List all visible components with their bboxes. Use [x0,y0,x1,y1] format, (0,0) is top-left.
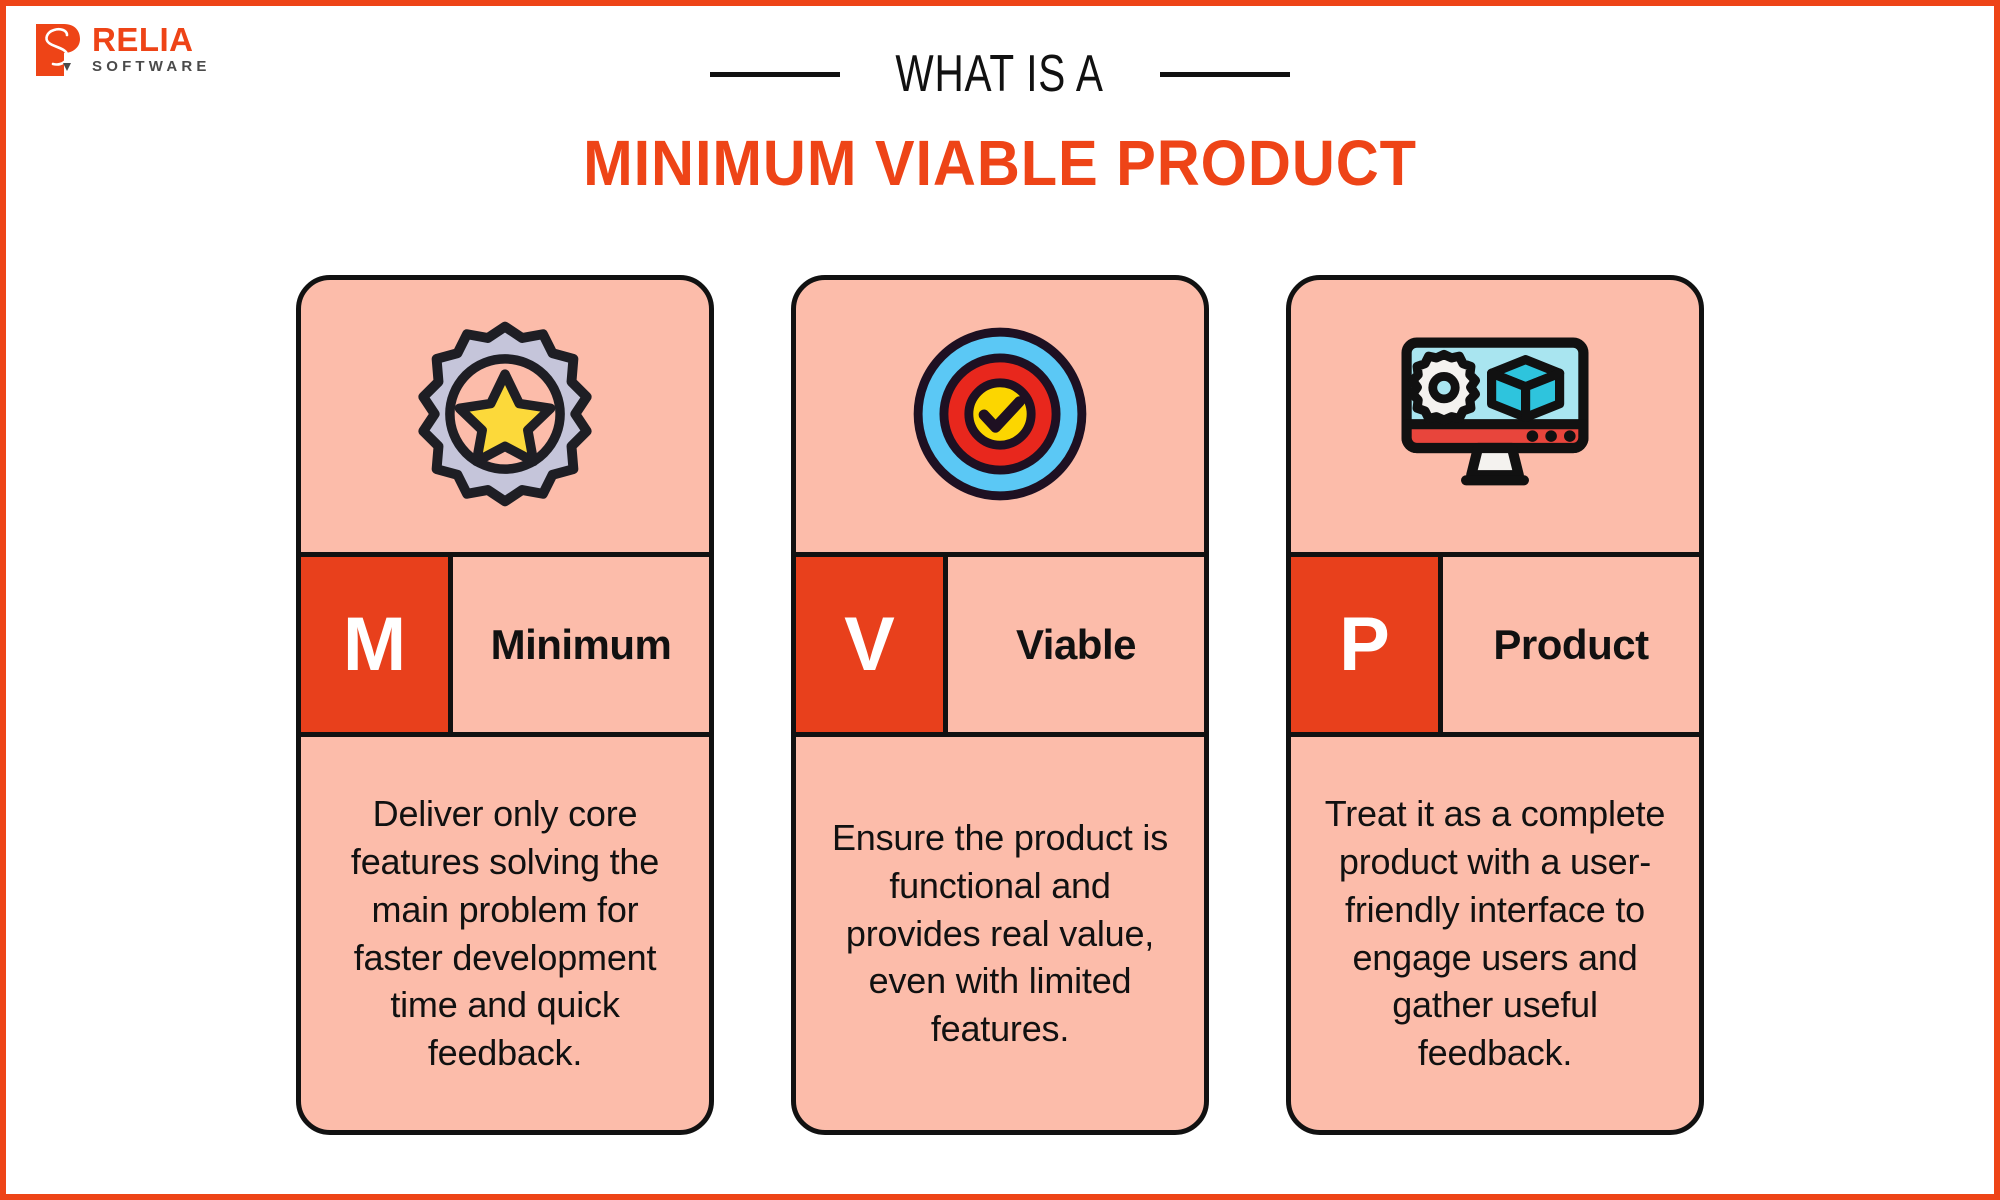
card-viable-word: Viable [1016,620,1136,668]
card-viable-icon-area [796,280,1204,552]
card-minimum-description: Deliver only core features solving the m… [350,792,660,1074]
card-viable-label-row: V Viable [796,552,1204,737]
card-viable-letter: V [796,557,948,732]
card-minimum-icon-area [301,280,709,552]
card-viable: V Viable Ensure the product is functiona… [791,275,1209,1135]
eyebrow-row: WHAT IS A [0,44,2000,104]
card-viable-description: Ensure the product is functional and pro… [832,816,1168,1050]
gear-with-star-icon [410,319,600,514]
card-product: P Product Treat it as a complete product… [1286,275,1704,1135]
card-minimum-label-row: M Minimum [301,552,709,737]
rule-right [1159,71,1290,77]
rule-left [710,71,841,77]
eyebrow-text: WHAT IS A [895,45,1105,103]
card-product-word: Product [1493,620,1649,668]
page-header: WHAT IS A MINIMUM VIABLE PRODUCT [0,44,2000,200]
card-minimum-letter: M [301,557,453,732]
card-minimum: M Minimum Deliver only core features sol… [296,275,714,1135]
card-product-label-row: P Product [1291,552,1699,737]
card-product-letter: P [1291,557,1443,732]
card-minimum-word: Minimum [490,620,672,668]
monitor-with-gear-and-cube-icon [1392,329,1598,504]
card-product-icon-area [1291,280,1699,552]
bullseye-target-check-icon [911,325,1089,508]
page-title: MINIMUM VIABLE PRODUCT [583,127,1417,199]
card-product-description: Treat it as a complete product with a us… [1324,792,1666,1074]
mvp-cards-row: M Minimum Deliver only core features sol… [296,275,1704,1135]
